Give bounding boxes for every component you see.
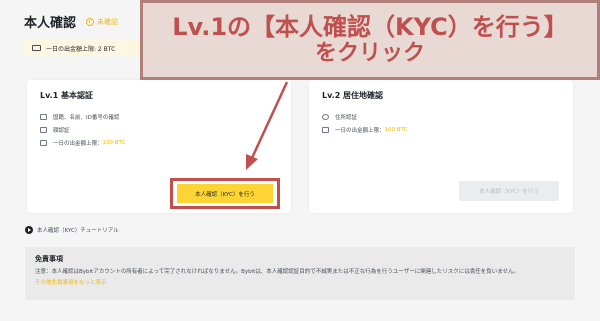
disclaimer-title: 免責事項: [35, 255, 63, 263]
limit-value: 100 BTC: [384, 127, 408, 133]
limit-label: 一日の出金額上限：: [53, 141, 103, 147]
level1-verify-button[interactable]: 本人確認（KYC）を行う: [177, 184, 273, 203]
instruction-callout: Lv.1の【本人確認（KYC）を行う】 をクリック: [140, 0, 600, 80]
callout-line-2: をクリック: [314, 41, 425, 66]
requirement-text: 国籍、名前、ID番号の確認: [53, 115, 120, 121]
face-icon: [40, 127, 47, 133]
status-text: 未確認: [97, 17, 119, 26]
level1-title: Lv.1 基本認証: [40, 91, 94, 100]
location-icon: [322, 114, 329, 120]
play-icon: [25, 226, 33, 234]
tutorial-link[interactable]: 本人確認（KYC）チュートリアル: [25, 226, 119, 234]
kyc-page: 本人確認 未確認 一日の出金額上限: 2 BTC Lv.1 基本認証 国籍、名前…: [0, 0, 600, 321]
callout-line-1: Lv.1の【本人確認（KYC）を行う】: [172, 13, 568, 41]
requirement-text: 住所認証: [335, 115, 358, 121]
requirement-text: 顔認証: [53, 128, 70, 134]
wallet-icon: [40, 140, 47, 146]
level1-limit: 一日の出金額上限： 100 BTC: [40, 139, 125, 147]
disclaimer-more-link[interactable]: その他免責事項をもっと表示: [35, 278, 565, 286]
disclaimer-text: 注意：本人確認はBybitアカウントの所有者によって完了されなければなりません。…: [35, 269, 520, 275]
level2-limit: 一日の出金額上限： 100 BTC: [322, 126, 407, 134]
level2-verify-button[interactable]: 本人確認（KYC）を行う: [459, 181, 559, 201]
level2-card: Lv.2 居住地確認 住所認証 一日の出金額上限： 100 BTC 本人確認（K…: [309, 80, 573, 213]
wallet-icon: [322, 127, 329, 133]
clock-icon: [86, 17, 95, 26]
disclaimer-section: 免責事項 注意：本人確認はBybitアカウントの所有者によって完了されなければな…: [25, 247, 575, 300]
page-header: 本人確認 未確認: [24, 12, 118, 31]
id-card-icon: [40, 114, 47, 120]
limit-value: 100 BTC: [102, 140, 126, 146]
level1-card: Lv.1 基本認証 国籍、名前、ID番号の確認 顔認証 一日の出金額上限： 10…: [27, 80, 291, 213]
level2-requirement-address: 住所認証: [322, 113, 357, 121]
level2-title: Lv.2 居住地確認: [322, 91, 384, 100]
withdrawal-limit-text: 一日の出金額上限: 2 BTC: [46, 45, 116, 53]
limit-label: 一日の出金額上限：: [335, 128, 385, 134]
page-title: 本人確認: [24, 16, 77, 31]
level1-requirement-face: 顔認証: [40, 126, 70, 134]
level1-requirement-id: 国籍、名前、ID番号の確認: [40, 113, 119, 121]
wallet-icon: [32, 45, 41, 51]
verification-status-badge: 未確認: [86, 17, 118, 27]
tutorial-label: 本人確認（KYC）チュートリアル: [37, 228, 119, 234]
